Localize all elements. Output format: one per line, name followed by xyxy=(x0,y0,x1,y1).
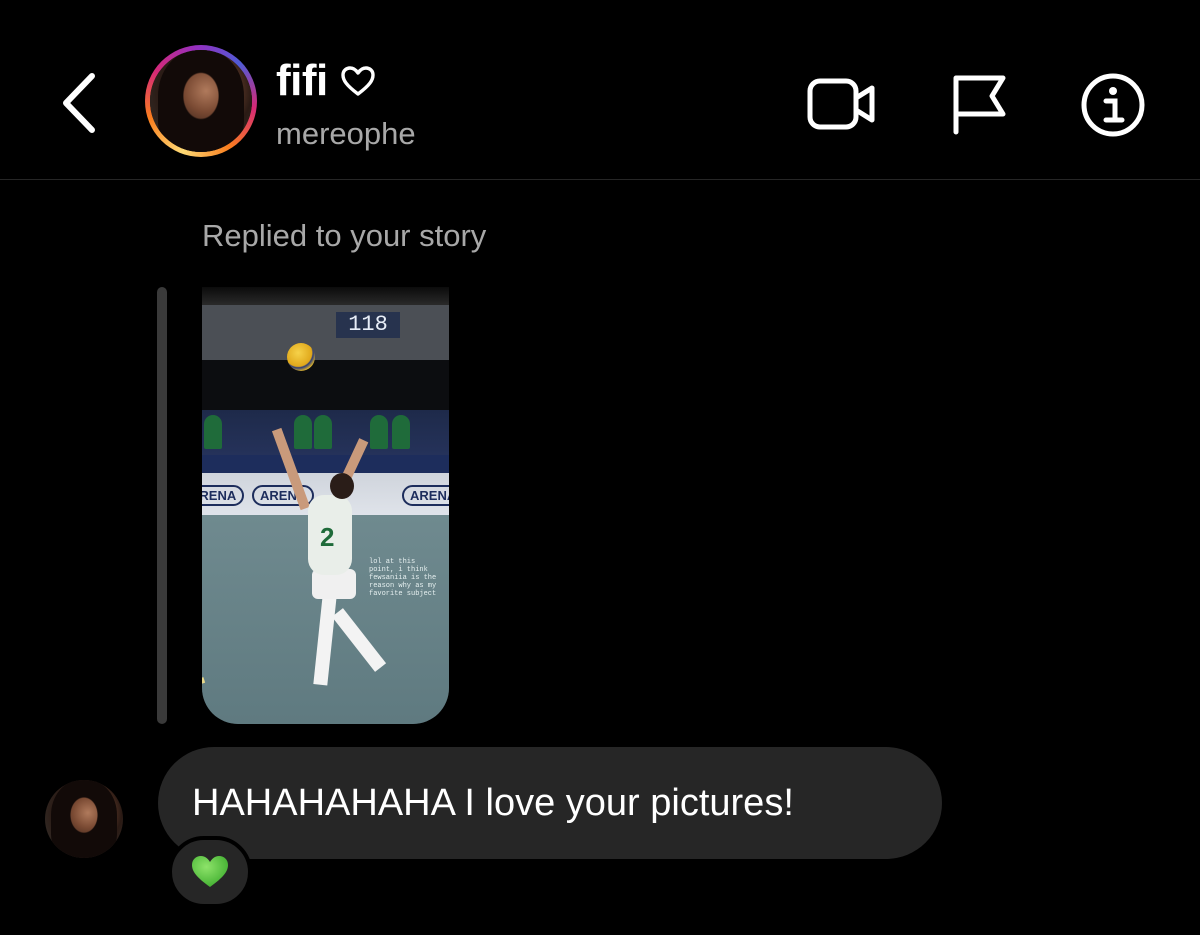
volleyball-image xyxy=(287,343,315,371)
chevron-left-icon[interactable] xyxy=(58,70,98,136)
chat-header: fifi mereophe xyxy=(0,0,1200,180)
info-icon[interactable] xyxy=(1080,72,1146,138)
story-preview[interactable]: 118 ARENA ARENA ARENA MALL OF ASIA 2 lol… xyxy=(202,287,449,724)
flag-icon[interactable] xyxy=(948,72,1008,136)
display-name: fifi xyxy=(276,56,328,105)
story-reply-label: Replied to your story xyxy=(202,218,487,253)
story-arena-label: ARENA xyxy=(202,485,245,506)
message-reaction[interactable] xyxy=(168,836,252,908)
display-name-row[interactable]: fifi xyxy=(276,56,376,106)
username: mereophe xyxy=(276,116,416,151)
story-caption: lol at this point, i think fewsaniia is … xyxy=(369,558,437,598)
sender-avatar[interactable] xyxy=(45,780,123,858)
reply-indicator-bar xyxy=(157,287,167,724)
avatar-image xyxy=(150,50,252,152)
profile-avatar[interactable] xyxy=(145,45,257,157)
green-heart-icon xyxy=(192,856,228,887)
story-jersey-number: 2 xyxy=(320,522,335,552)
message-text: HAHAHAHAHA I love your pictures! xyxy=(192,781,794,824)
story-scoreboard: 118 xyxy=(336,312,400,338)
message-bubble[interactable]: HAHAHAHAHA I love your pictures! xyxy=(158,747,942,859)
heart-outline-icon xyxy=(341,66,375,96)
video-camera-icon[interactable] xyxy=(806,74,878,134)
